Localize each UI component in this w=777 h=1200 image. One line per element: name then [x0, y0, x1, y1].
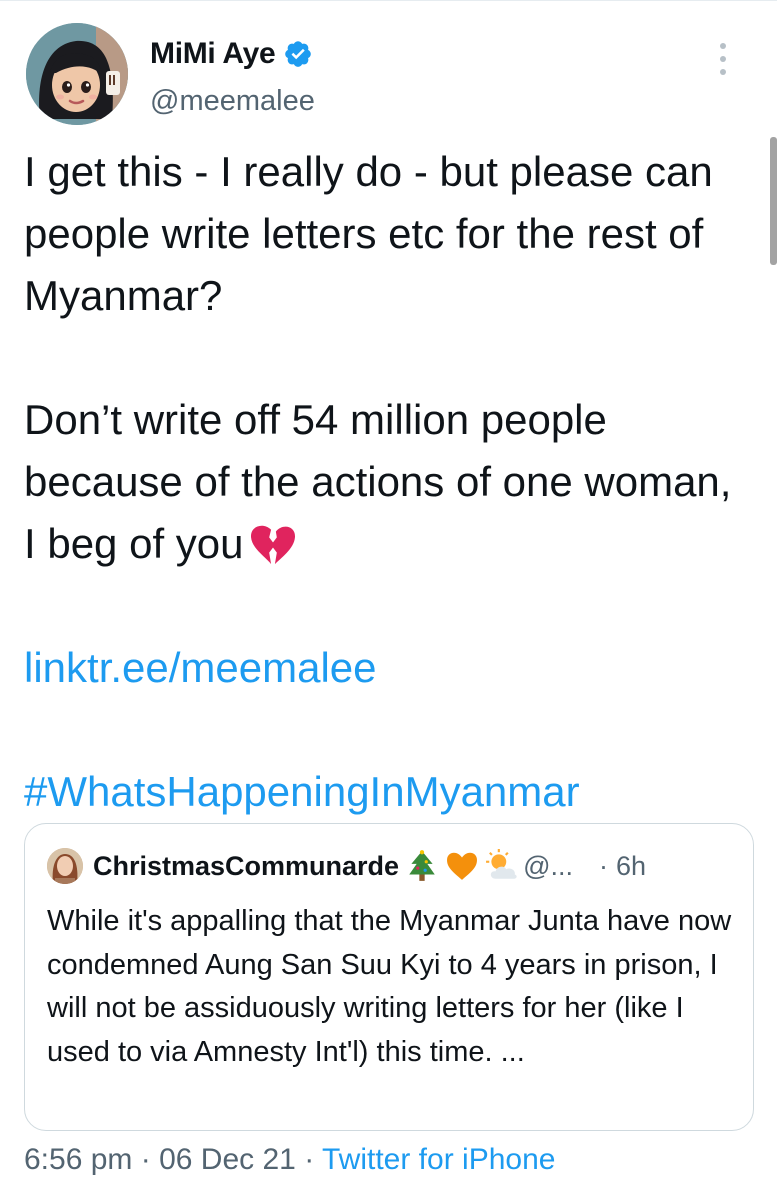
tweet-source[interactable]: Twitter for iPhone	[322, 1143, 555, 1176]
more-dot	[720, 43, 726, 49]
separator-dot: ·	[304, 1143, 315, 1176]
tweet-paragraph-2-text: Don’t write off 54 million people becaus…	[24, 396, 732, 567]
author-name-row: MiMi Aye	[150, 37, 313, 71]
separator-dot: ·	[140, 1143, 151, 1176]
author-avatar[interactable]	[26, 23, 128, 125]
broken-heart-icon	[250, 525, 295, 565]
author-handle[interactable]: @meemalee	[150, 85, 315, 118]
quoted-author-avatar	[47, 848, 83, 884]
hashtag-link[interactable]: #WhatsHappeningInMyanmar	[24, 761, 744, 823]
tweet-header: MiMi Aye @meemalee	[24, 1, 755, 129]
tweet-text: I get this - I really do - but please ca…	[24, 141, 744, 823]
author-name[interactable]: MiMi Aye	[150, 37, 276, 71]
scrollbar-thumb[interactable]	[770, 137, 777, 265]
christmas-tree-icon	[409, 850, 435, 881]
tweet-date[interactable]: 06 Dec 21	[159, 1143, 296, 1176]
tweet-link[interactable]: linktr.ee/meemalee	[24, 637, 744, 699]
more-dot	[720, 56, 726, 62]
sun-behind-cloud-icon	[486, 849, 517, 879]
tweet-paragraph-2: Don’t write off 54 million people becaus…	[24, 389, 744, 575]
quoted-author-name: ChristmasCommunarde	[93, 850, 400, 881]
quoted-tweet-header: ChristmasCommunarde @... · 6h	[47, 846, 733, 886]
verified-badge-icon	[285, 41, 312, 67]
tweet-metadata: 6:56 pm · 06 Dec 21 · Twitter for iPhone	[24, 1143, 555, 1177]
tweet-detail: MiMi Aye @meemalee I get this - I really…	[0, 0, 777, 1200]
more-options-icon[interactable]	[713, 39, 733, 79]
tweet-paragraph-1: I get this - I really do - but please ca…	[24, 148, 713, 319]
quoted-avatar-image	[47, 848, 83, 884]
quoted-tweet-text: While it's appalling that the Myanmar Ju…	[47, 905, 732, 1068]
orange-heart-icon	[447, 852, 478, 880]
quoted-timestamp: 6h	[616, 850, 647, 881]
more-dot	[720, 69, 726, 75]
avatar-image	[26, 23, 128, 125]
separator-dot: ·	[599, 850, 608, 881]
quoted-tweet[interactable]: ChristmasCommunarde @... · 6h While it's…	[24, 823, 754, 1131]
quoted-author-handle: @...	[523, 850, 573, 881]
tweet-time[interactable]: 6:56 pm	[24, 1143, 132, 1176]
